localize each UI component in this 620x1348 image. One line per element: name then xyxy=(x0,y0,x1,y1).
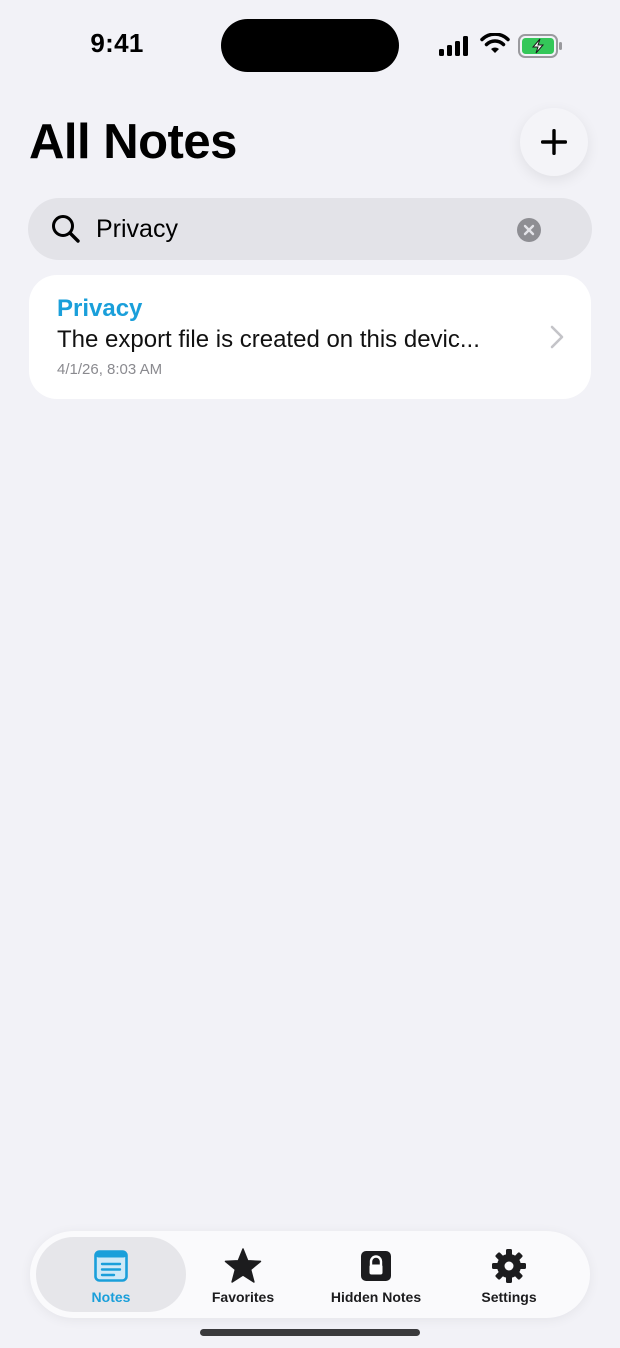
tab-hidden-notes[interactable]: Hidden Notes xyxy=(316,1237,436,1312)
clear-search-button[interactable] xyxy=(517,218,541,242)
note-date: 4/1/26, 8:03 AM xyxy=(57,361,163,378)
tab-settings[interactable]: Settings xyxy=(446,1237,572,1312)
note-list-item[interactable]: Privacy The export file is created on th… xyxy=(29,275,591,399)
tab-notes[interactable]: Notes xyxy=(36,1237,186,1312)
wifi-icon xyxy=(480,33,510,53)
close-icon xyxy=(523,224,535,236)
chevron-right-icon xyxy=(550,325,564,349)
note-title: Privacy xyxy=(57,295,143,322)
tab-label: Hidden Notes xyxy=(330,1289,422,1305)
tab-label: Notes xyxy=(91,1289,131,1305)
add-note-button[interactable] xyxy=(520,108,588,176)
magnifying-glass-icon xyxy=(52,215,80,243)
search-bar[interactable] xyxy=(28,198,592,260)
status-time: 9:41 xyxy=(90,28,144,58)
notes-icon xyxy=(94,1250,128,1282)
search-input[interactable] xyxy=(96,209,526,249)
home-indicator[interactable] xyxy=(200,1329,420,1336)
plus-icon xyxy=(541,129,567,155)
gear-icon xyxy=(492,1249,526,1283)
tab-label: Settings xyxy=(481,1289,537,1305)
status-bar: 9:41 xyxy=(0,0,620,92)
tab-label: Favorites xyxy=(211,1289,275,1305)
tab-favorites[interactable]: Favorites xyxy=(180,1237,306,1312)
star-icon xyxy=(224,1248,262,1283)
battery-charging-icon xyxy=(518,34,562,58)
tab-bar: Notes Favorites Hidden Notes Settings xyxy=(30,1231,590,1318)
cellular-signal-icon xyxy=(439,36,468,56)
page-title: All Notes xyxy=(29,115,237,169)
note-preview: The export file is created on this devic… xyxy=(57,326,480,353)
dynamic-island xyxy=(221,19,399,72)
lock-icon xyxy=(361,1251,391,1281)
